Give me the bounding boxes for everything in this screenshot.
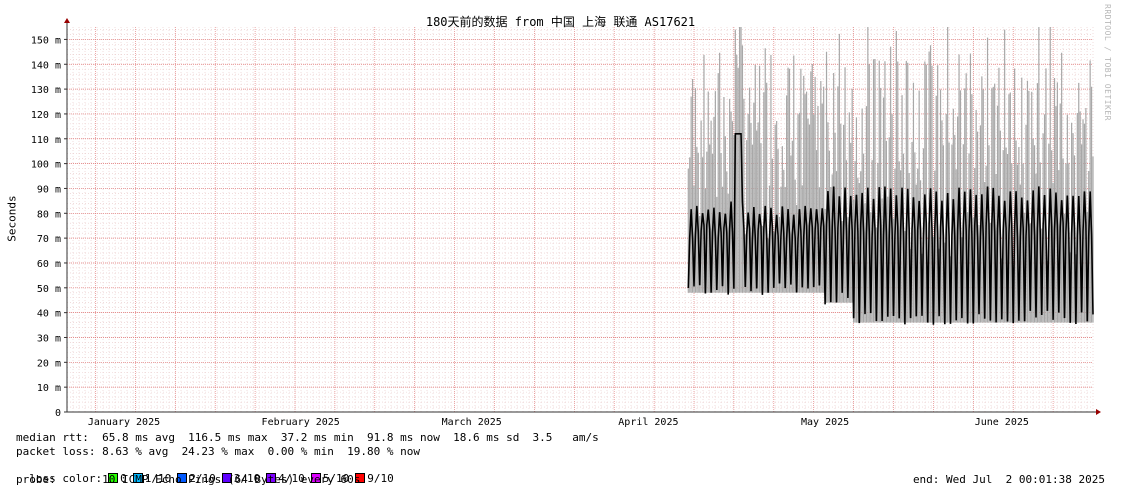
smoke-series: [687, 27, 1094, 323]
y-tick-label: 100 m: [31, 160, 61, 171]
y-axis-arrow: [64, 18, 70, 23]
y-tick-label: 90 m: [37, 184, 61, 195]
median-rtt-stats: median rtt: 65.8 ms avg 116.5 ms max 37.…: [16, 431, 599, 444]
x-tick-label: January 2025: [88, 417, 160, 428]
y-tick-label: 0: [55, 408, 61, 419]
y-tick-label: 120 m: [31, 110, 61, 121]
y-tick-label: 10 m: [37, 383, 61, 394]
x-tick-labels: January 2025 February 2025 March 2025 April…: [88, 417, 1029, 428]
end-timestamp: end: Wed Jul 2 00:01:38 2025: [912, 473, 1105, 486]
y-tick-label: 30 m: [37, 333, 61, 344]
x-tick-label: February 2025: [262, 417, 340, 428]
y-tick-label: 140 m: [31, 60, 61, 71]
y-tick-label: 70 m: [37, 234, 61, 245]
y-tick-label: 60 m: [37, 259, 61, 270]
latency-chart: 0 10 m 20 m 30 m 40 m 50 m 60 m 70 m 80 m 90 m 100…: [31, 18, 1101, 428]
x-tick-label: May 2025: [801, 417, 849, 428]
probe-info: probe: 10 ICMP Echo Pings (64 Bytes) eve…: [16, 473, 361, 486]
y-tick-label: 80 m: [37, 209, 61, 220]
y-tick-label: 50 m: [37, 284, 61, 295]
y-tick-label: 150 m: [31, 35, 61, 46]
x-tick-label: April 2025: [618, 417, 678, 428]
y-tick-labels: 0 10 m 20 m 30 m 40 m 50 m 60 m 70 m 80 m 90 m 100…: [31, 35, 67, 419]
legend-item-label: 9/10: [367, 472, 394, 485]
y-tick-label: 20 m: [37, 358, 61, 369]
y-tick-label: 130 m: [31, 85, 61, 96]
x-tick-label: June 2025: [975, 417, 1029, 428]
y-tick-label: 40 m: [37, 309, 61, 320]
packet-loss-stats: packet loss: 8.63 % avg 24.23 % max 0.00…: [16, 445, 420, 458]
x-axis-arrow: [1096, 409, 1101, 415]
chart-axes: [64, 18, 1101, 415]
y-tick-label: 110 m: [31, 135, 61, 146]
chart-grid: [66, 27, 1094, 413]
x-tick-label: March 2025: [442, 417, 502, 428]
